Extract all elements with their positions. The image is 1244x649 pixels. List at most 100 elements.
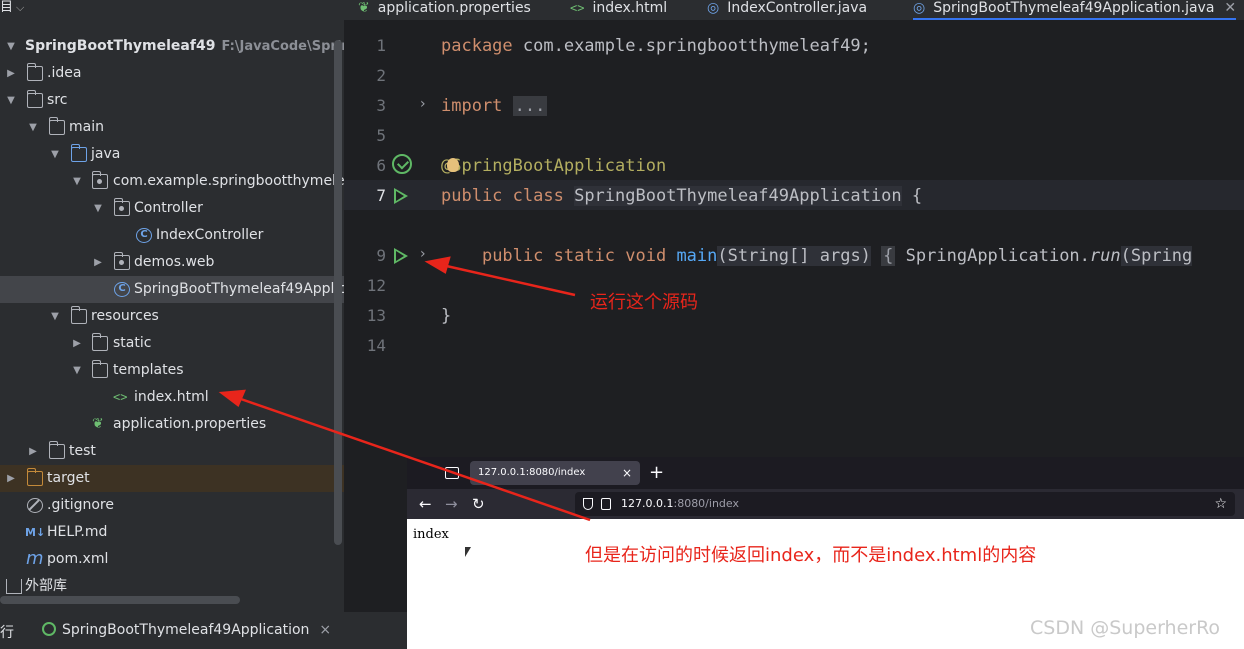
back-button[interactable]: ←	[419, 494, 432, 514]
tree-item-static[interactable]: ▶ static	[0, 330, 344, 357]
html-file-icon: <>	[113, 390, 128, 404]
browser-tab[interactable]: 127.0.0.1:8080/index ×	[470, 461, 640, 485]
chevron-down-icon[interactable]: ▼	[4, 33, 18, 60]
tree-item-resources[interactable]: ▼ resources	[0, 303, 344, 330]
tree-item-idea[interactable]: ▶ .idea	[0, 60, 344, 87]
maven-file-icon: m	[26, 548, 44, 569]
tab-index-html[interactable]: <> index.html	[570, 0, 667, 20]
line-number: 14	[366, 336, 386, 355]
tab-list-icon[interactable]	[445, 467, 459, 479]
spring-class-icon: C	[114, 282, 130, 297]
tab-label: SpringBootThymeleaf49Application.java	[933, 0, 1215, 16]
chevron-down-icon[interactable]: ▼	[4, 87, 18, 114]
code-line-1[interactable]: package com.example.springbootthymeleaf4…	[441, 31, 871, 61]
tree-item-application-class[interactable]: C SpringBootThymeleaf49Applicat	[0, 276, 344, 303]
tab-application-java[interactable]: ◎ SpringBootThymeleaf49Application.java ✕	[913, 0, 1237, 20]
reload-button[interactable]: ↻	[472, 494, 485, 514]
chevron-down-icon[interactable]: ▼	[70, 357, 84, 384]
tree-item-demos-web[interactable]: ▶ demos.web	[0, 249, 344, 276]
tree-item-test[interactable]: ▶ test	[0, 438, 344, 465]
spring-bean-icon[interactable]	[392, 154, 412, 174]
folder-icon	[91, 360, 108, 378]
resources-folder-icon	[70, 306, 87, 324]
tree-item-indexcontroller[interactable]: C IndexController	[0, 222, 344, 249]
code-line-3[interactable]: import ...	[441, 91, 548, 121]
tree-item-label: SpringBootThymeleaf49Applicat	[134, 281, 344, 297]
chevron-right-icon[interactable]: ▶	[4, 465, 18, 492]
shield-icon[interactable]	[583, 498, 593, 510]
ignore-file-icon	[27, 498, 43, 513]
chevron-right-icon[interactable]: ▶	[70, 330, 84, 357]
close-icon[interactable]: ×	[319, 622, 331, 638]
run-icon[interactable]	[394, 248, 408, 264]
code-line-6[interactable]: @SpringBootApplication	[441, 151, 666, 181]
project-panel-title: 目	[0, 0, 14, 15]
tree-item-label: demos.web	[134, 254, 215, 270]
folded-imports[interactable]: ...	[512, 96, 548, 116]
code-line-9[interactable]: public static void main(String[] args) {…	[441, 241, 1193, 271]
tree-item-target[interactable]: ▶ target	[0, 465, 344, 492]
tree-item-main[interactable]: ▼ main	[0, 114, 344, 141]
tree-item-controller[interactable]: ▼ Controller	[0, 195, 344, 222]
browser-tab-title: 127.0.0.1:8080/index	[478, 467, 586, 478]
tree-item-src[interactable]: ▼ src	[0, 87, 344, 114]
tree-item-label: static	[113, 335, 152, 351]
close-icon[interactable]: ✕	[1224, 0, 1236, 16]
horizontal-scrollbar[interactable]	[0, 596, 240, 604]
run-config-tab[interactable]: SpringBootThymeleaf49Application ×	[42, 622, 331, 638]
chevron-down-icon[interactable]: ▼	[26, 114, 40, 141]
browser-toolbar: ← → ↻ 127.0.0.1:8080/index ☆	[407, 489, 1244, 519]
mouse-cursor-icon	[465, 547, 471, 557]
line-number: 7	[376, 186, 386, 205]
tab-application-properties[interactable]: ❦ application.properties	[358, 0, 531, 20]
folder-icon	[26, 63, 43, 81]
package-icon	[91, 171, 108, 189]
code-line-7[interactable]: public class SpringBootThymeleaf49Applic…	[441, 181, 922, 211]
folder-icon	[48, 117, 65, 135]
chevron-right-icon[interactable]: ▶	[26, 438, 40, 465]
forward-button[interactable]: →	[445, 494, 458, 514]
tree-root[interactable]: ▼ SpringBootThymeleaf49 F:\JavaCode\Sprin…	[0, 33, 344, 60]
close-icon[interactable]: ×	[622, 461, 632, 485]
tree-item-label: src	[47, 92, 68, 108]
project-panel-header[interactable]: 目 ⌵	[0, 0, 344, 18]
spring-leaf-icon: ❦	[92, 416, 104, 432]
chevron-down-icon[interactable]: ⌵	[16, 0, 24, 16]
tree-item-gitignore[interactable]: .gitignore	[0, 492, 344, 519]
tree-item-pom-xml[interactable]: m pom.xml	[0, 546, 344, 573]
tree-item-label: com.example.springbootthymeleaf4	[113, 173, 344, 189]
chevron-down-icon[interactable]: ▼	[70, 168, 84, 195]
tree-item-label: pom.xml	[47, 551, 109, 567]
chevron-down-icon[interactable]: ▼	[91, 195, 105, 222]
tree-item-java[interactable]: ▼ java	[0, 141, 344, 168]
address-bar[interactable]: 127.0.0.1:8080/index ☆	[575, 492, 1235, 516]
chevron-right-icon[interactable]: ▶	[91, 249, 105, 276]
chevron-down-icon[interactable]: ▼	[48, 141, 62, 168]
project-panel: 目 ⌵ ▼ SpringBootThymeleaf49 F:\JavaCode\S…	[0, 0, 344, 612]
fold-chevron-icon[interactable]: ›	[420, 246, 426, 262]
tree-item-package[interactable]: ▼ com.example.springbootthymeleaf4	[0, 168, 344, 195]
bookmark-star-icon[interactable]: ☆	[1214, 492, 1227, 516]
lightbulb-icon[interactable]	[447, 158, 459, 172]
folder-icon	[91, 333, 108, 351]
new-tab-button[interactable]: +	[649, 462, 664, 484]
tree-item-help-md[interactable]: M↓ HELP.md	[0, 519, 344, 546]
code-line-13[interactable]: }	[441, 301, 451, 331]
fold-chevron-icon[interactable]: ›	[420, 96, 426, 112]
chevron-right-icon[interactable]: ▶	[4, 60, 18, 87]
tree-item-application-properties[interactable]: ❦ application.properties	[0, 411, 344, 438]
run-label: 行	[0, 625, 14, 641]
tree-item-index-html[interactable]: <> index.html	[0, 384, 344, 411]
class-icon: C	[136, 228, 152, 243]
page-info-icon[interactable]	[601, 498, 611, 510]
tree-item-label: index.html	[134, 389, 209, 405]
tree-item-templates[interactable]: ▼ templates	[0, 357, 344, 384]
tab-indexcontroller-java[interactable]: ◎ IndexController.java	[707, 0, 867, 20]
spring-class-icon: ◎	[913, 0, 926, 16]
tab-label: index.html	[592, 0, 668, 16]
html-file-icon: <>	[570, 1, 585, 15]
tree-item-label: IndexController	[156, 227, 264, 243]
run-icon[interactable]	[394, 188, 408, 204]
vertical-scrollbar[interactable]	[334, 40, 342, 545]
chevron-down-icon[interactable]: ▼	[48, 303, 62, 330]
